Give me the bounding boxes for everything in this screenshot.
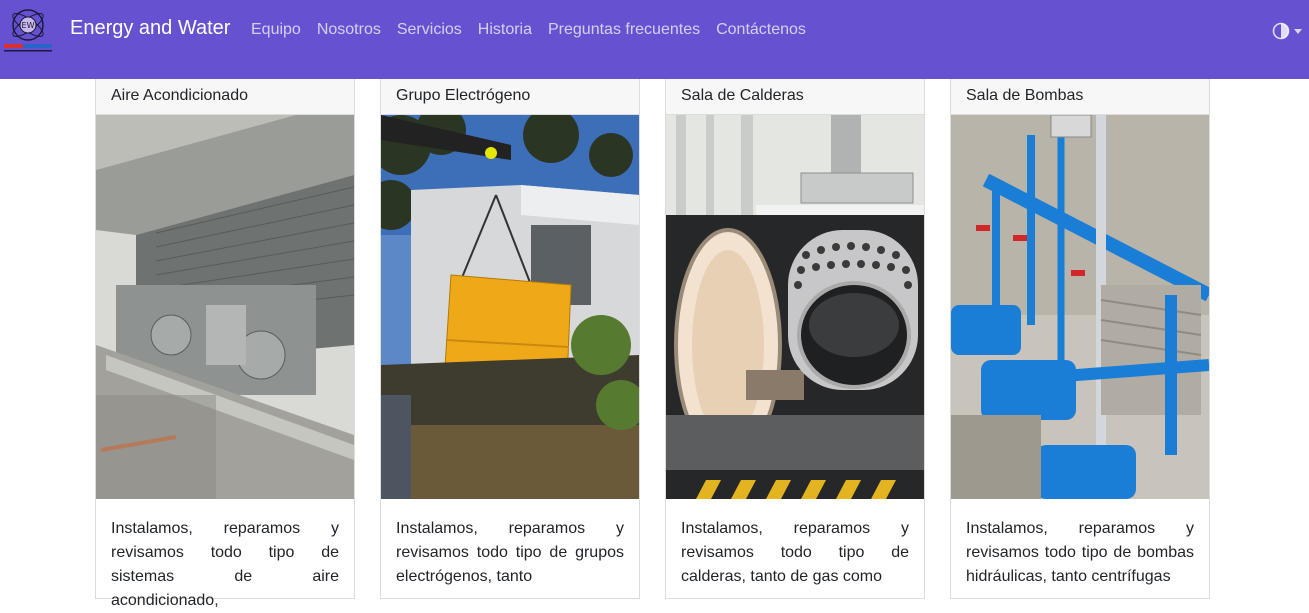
card-title: Sala de Bombas: [951, 79, 1209, 115]
nav-link-equipo[interactable]: Equipo: [251, 21, 301, 39]
card-title: Grupo Electrógeno: [381, 79, 639, 115]
service-card-sala-de-calderas: Sala de Calderas Instalamos, reparamos y…: [665, 79, 925, 599]
card-description: Instalamos, reparamos y revisamos todo t…: [111, 520, 339, 609]
pump-room-photo: [951, 115, 1209, 499]
top-navbar: EW Energy and Water Equipo Nosotros Serv…: [0, 0, 1309, 79]
svg-text:EW: EW: [22, 21, 35, 30]
nav-link-servicios[interactable]: Servicios: [397, 21, 462, 39]
theme-toggle-button[interactable]: [1272, 22, 1302, 40]
air-conditioning-unit-photo: [96, 115, 354, 499]
boiler-photo: [666, 115, 924, 499]
card-title: Aire Acondicionado: [96, 79, 354, 115]
service-card-grupo-electrogeno: Grupo Electrógeno Instalamos, reparamos …: [380, 79, 640, 599]
card-description: Instalamos, reparamos y revisamos todo t…: [396, 520, 624, 585]
chevron-down-icon: [1294, 28, 1302, 34]
brand-name[interactable]: Energy and Water: [70, 17, 230, 40]
nav-link-historia[interactable]: Historia: [478, 21, 532, 39]
half-circle-contrast-icon: [1272, 22, 1290, 40]
nav-link-contactenos[interactable]: Contáctenos: [716, 21, 806, 39]
card-description: Instalamos, reparamos y revisamos todo t…: [681, 520, 909, 585]
nav-links: Equipo Nosotros Servicios Historia Pregu…: [251, 21, 822, 39]
generator-photo: [381, 115, 639, 499]
service-card-aire-acondicionado: Aire Acondicionado Instalamos, reparamos…: [95, 79, 355, 609]
nav-link-preguntas-frecuentes[interactable]: Preguntas frecuentes: [548, 21, 700, 39]
company-logo[interactable]: EW: [3, 6, 53, 56]
card-title: Sala de Calderas: [666, 79, 924, 115]
nav-link-nosotros[interactable]: Nosotros: [317, 21, 381, 39]
service-card-sala-de-bombas: Sala de Bombas Instalamos, reparamos y r…: [950, 79, 1210, 599]
card-description: Instalamos, reparamos y revisamos todo t…: [966, 520, 1194, 585]
